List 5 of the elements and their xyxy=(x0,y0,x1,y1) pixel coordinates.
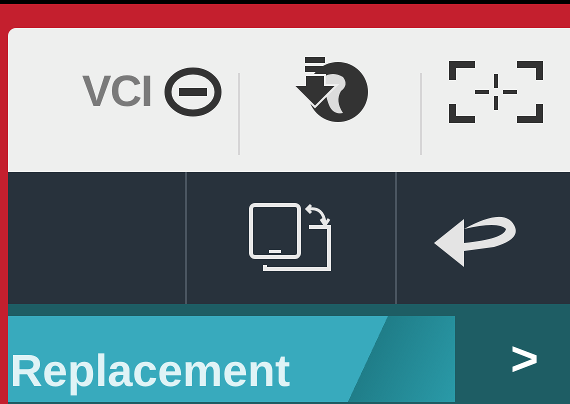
device-switch-icon[interactable] xyxy=(249,203,333,273)
disconnected-status-icon[interactable] xyxy=(164,67,222,117)
scan-frame-icon[interactable] xyxy=(449,61,543,123)
vci-label: VCI xyxy=(82,66,152,118)
next-button[interactable]: > xyxy=(510,336,539,384)
